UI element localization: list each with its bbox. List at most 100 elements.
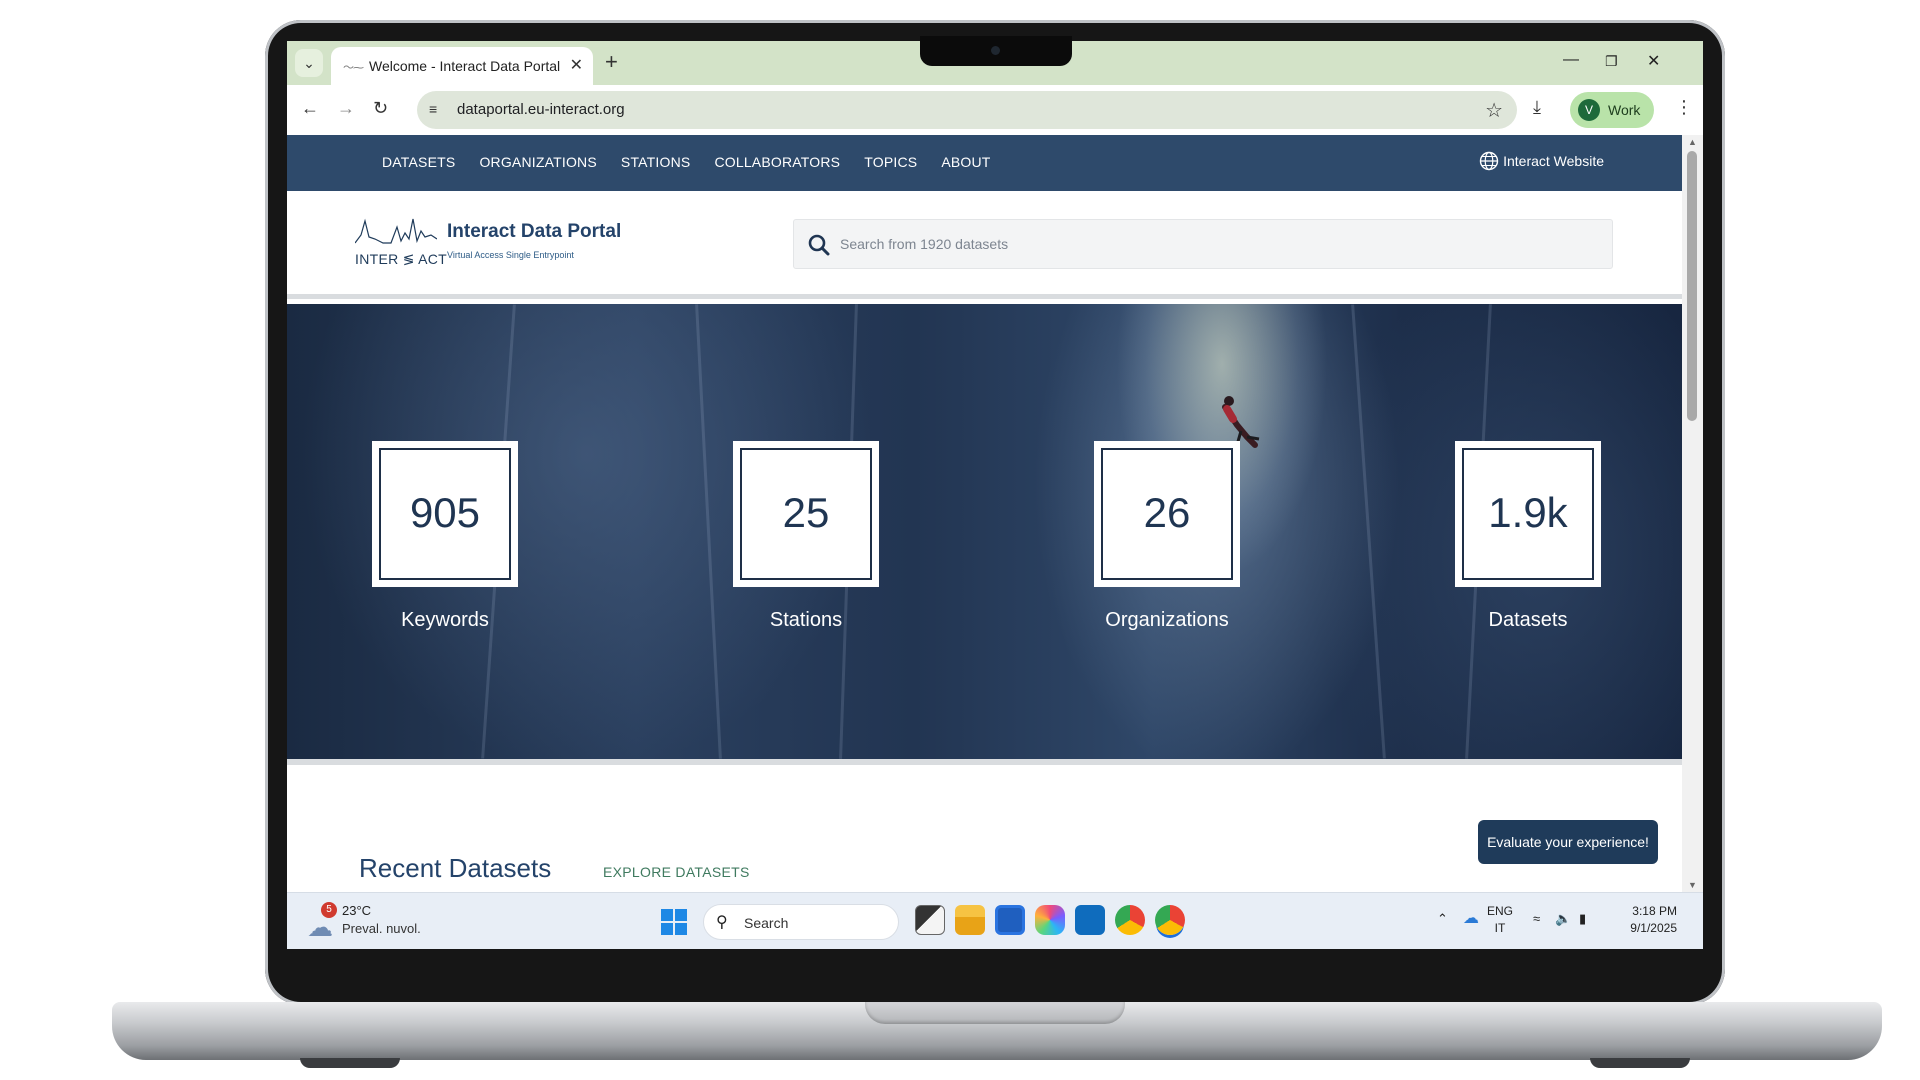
lang-secondary: IT bbox=[1494, 921, 1506, 935]
ms-store-icon[interactable] bbox=[995, 905, 1025, 935]
logo-text: INTER ≶ ACT bbox=[355, 251, 448, 267]
reload-icon[interactable]: ↻ bbox=[373, 98, 388, 119]
evaluate-experience-button[interactable]: Evaluate your experience! bbox=[1478, 820, 1658, 864]
minimize-icon[interactable]: — bbox=[1563, 51, 1579, 69]
taskbar-search-label: Search bbox=[744, 915, 789, 931]
address-bar[interactable]: ≡ dataportal.eu-interact.org ☆ bbox=[417, 91, 1517, 129]
nav-datasets[interactable]: DATASETS bbox=[382, 154, 455, 170]
search-icon: ⚲ bbox=[716, 914, 728, 931]
star-icon[interactable]: ☆ bbox=[1485, 98, 1503, 123]
volume-icon[interactable]: 🔈 bbox=[1555, 911, 1571, 927]
forward-arrow-icon[interactable]: → bbox=[337, 98, 355, 119]
windows-taskbar: ☁ 5 23°C Preval. nuvol. ⚲ Search ⌃ ☁ ENG… bbox=[287, 892, 1703, 949]
battery-icon[interactable]: ▮ bbox=[1579, 911, 1586, 927]
web-page: DATASETS ORGANIZATIONS STATIONS COLLABOR… bbox=[287, 135, 1682, 892]
laptop-foot-left bbox=[300, 1058, 400, 1068]
weather-widget[interactable]: ☁ 5 bbox=[307, 902, 347, 942]
stat-keywords[interactable]: 905 Keywords bbox=[372, 441, 518, 632]
wifi-icon[interactable]: ≈ bbox=[1533, 911, 1540, 926]
chrome-icon[interactable] bbox=[1115, 905, 1145, 935]
system-clock[interactable]: 3:18 PM 9/1/2025 bbox=[1605, 903, 1677, 937]
dataset-search-input[interactable]: Search from 1920 datasets bbox=[793, 219, 1613, 269]
onedrive-icon[interactable]: ☁ bbox=[1463, 908, 1479, 928]
task-view-icon[interactable] bbox=[915, 905, 945, 935]
kebab-icon[interactable]: ⋮ bbox=[1675, 97, 1693, 118]
stat-datasets[interactable]: 1.9k Datasets bbox=[1455, 441, 1601, 632]
stat-value: 1.9k bbox=[1488, 489, 1568, 536]
download-icon[interactable]: ⤓ bbox=[1533, 97, 1541, 118]
logo-wave-icon bbox=[355, 218, 437, 244]
stat-organizations[interactable]: 26 Organizations bbox=[1094, 441, 1240, 632]
desktop-stage: ⌄ 〜⁓ Welcome - Interact Data Portal ✕ + … bbox=[0, 0, 1920, 1080]
outlook-icon[interactable] bbox=[1075, 905, 1105, 935]
avatar: V bbox=[1578, 99, 1600, 121]
site-nav-links: DATASETS ORGANIZATIONS STATIONS COLLABOR… bbox=[382, 154, 991, 170]
stat-value: 25 bbox=[782, 489, 830, 536]
windows-start-icon[interactable] bbox=[661, 909, 687, 935]
language-indicator[interactable]: ENG IT bbox=[1487, 903, 1513, 937]
file-explorer-icon[interactable] bbox=[955, 905, 985, 935]
stat-label: Organizations bbox=[1105, 609, 1229, 631]
stat-value: 905 bbox=[409, 489, 481, 536]
stat-label: Stations bbox=[769, 609, 843, 631]
profile-button[interactable]: V Work bbox=[1570, 92, 1654, 128]
site-header: INTER ≶ ACT Interact Data Portal Virtual… bbox=[287, 191, 1682, 299]
stat-box: 905 bbox=[372, 441, 518, 587]
tab-favicon-icon: 〜⁓ bbox=[343, 62, 364, 74]
window-close-icon[interactable]: ✕ bbox=[1647, 51, 1660, 71]
laptop-base-notch bbox=[865, 1002, 1125, 1024]
restore-icon[interactable]: ❐ bbox=[1605, 53, 1618, 70]
taskbar-search[interactable]: ⚲ Search bbox=[703, 904, 899, 940]
stat-stations[interactable]: 25 Stations bbox=[733, 441, 879, 632]
chrome-profile-icon[interactable] bbox=[1155, 905, 1185, 935]
stat-box: 26 bbox=[1094, 441, 1240, 587]
plus-icon[interactable]: + bbox=[605, 51, 618, 73]
laptop-foot-right bbox=[1590, 1058, 1690, 1068]
weather-badge: 5 bbox=[321, 902, 337, 918]
scrollbar-thumb[interactable] bbox=[1687, 151, 1697, 421]
lang-primary: ENG bbox=[1487, 904, 1514, 918]
stat-box: 1.9k bbox=[1455, 441, 1601, 587]
nav-collaborators[interactable]: COLLABORATORS bbox=[714, 154, 840, 170]
interact-website-label: Interact Website bbox=[1503, 153, 1604, 169]
stat-value: 26 bbox=[1143, 489, 1191, 536]
weather-temperature: 23°C bbox=[342, 903, 372, 918]
weather-condition: Preval. nuvol. bbox=[342, 921, 421, 936]
site-info-icon[interactable]: ≡ bbox=[429, 101, 437, 117]
clock-time: 3:18 PM bbox=[1632, 904, 1677, 918]
camera bbox=[991, 46, 1000, 55]
clock-date: 9/1/2025 bbox=[1630, 921, 1677, 935]
scroll-down-icon[interactable]: ▼ bbox=[1688, 880, 1697, 890]
url-text: dataportal.eu-interact.org bbox=[457, 101, 625, 118]
browser-tab-active[interactable]: 〜⁓ Welcome - Interact Data Portal ✕ bbox=[331, 47, 593, 85]
recent-datasets-title: Recent Datasets bbox=[359, 853, 552, 883]
nav-stations[interactable]: STATIONS bbox=[621, 154, 691, 170]
hero-banner: 905 Keywords 25 Stations 26 Organization… bbox=[287, 304, 1682, 759]
search-icon bbox=[808, 234, 830, 256]
close-icon[interactable]: ✕ bbox=[570, 55, 583, 75]
globe-icon bbox=[1479, 151, 1499, 171]
site-nav: DATASETS ORGANIZATIONS STATIONS COLLABOR… bbox=[287, 135, 1682, 191]
stat-box: 25 bbox=[733, 441, 879, 587]
back-arrow-icon[interactable]: ← bbox=[301, 98, 319, 119]
stat-label: Keywords bbox=[401, 609, 489, 631]
nav-organizations[interactable]: ORGANIZATIONS bbox=[479, 154, 596, 170]
screen: ⌄ 〜⁓ Welcome - Interact Data Portal ✕ + … bbox=[287, 41, 1703, 949]
scroll-up-icon[interactable]: ▲ bbox=[1688, 137, 1697, 147]
explore-datasets-link[interactable]: EXPLORE DATASETS bbox=[603, 864, 750, 880]
page-scrollbar[interactable]: ▲ ▼ bbox=[1682, 135, 1703, 892]
nav-about[interactable]: ABOUT bbox=[941, 154, 990, 170]
browser-toolbar: ← → ↻ ≡ dataportal.eu-interact.org ☆ ⤓ V… bbox=[287, 85, 1703, 135]
chevron-down-icon[interactable]: ⌄ bbox=[295, 49, 323, 77]
nav-topics[interactable]: TOPICS bbox=[864, 154, 917, 170]
camera-notch bbox=[920, 36, 1072, 66]
brand-title[interactable]: Interact Data Portal bbox=[447, 221, 621, 243]
profile-label: Work bbox=[1608, 102, 1641, 118]
copilot-icon[interactable] bbox=[1035, 905, 1065, 935]
search-placeholder: Search from 1920 datasets bbox=[840, 236, 1009, 252]
interact-website-link[interactable]: Interact Website bbox=[1479, 151, 1604, 171]
interact-logo[interactable]: INTER ≶ ACT bbox=[355, 213, 448, 273]
brand-subtitle: Virtual Access Single Entrypoint bbox=[447, 250, 574, 260]
tab-title: Welcome - Interact Data Portal bbox=[369, 58, 561, 74]
chevron-up-icon[interactable]: ⌃ bbox=[1437, 911, 1448, 927]
